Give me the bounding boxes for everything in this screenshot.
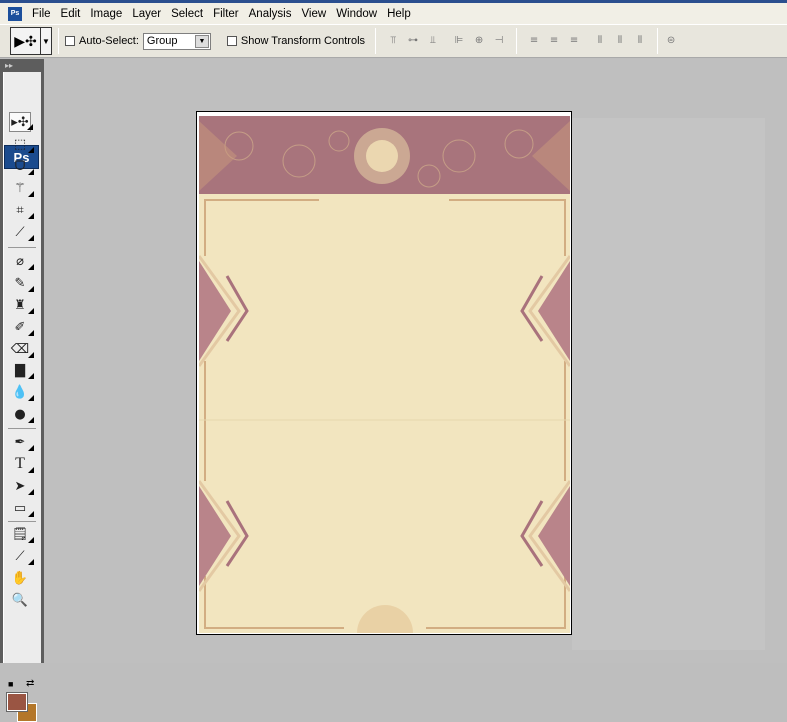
chevron-down-icon: ▼ [42, 36, 50, 46]
gradient-tool-icon[interactable]: ▇ [9, 360, 34, 380]
auto-select-checkbox[interactable]: Auto-Select: [65, 35, 139, 47]
distribute-buttons: ≡ ≡ ≡ ⫴ ⫴ ⫴ [527, 35, 647, 47]
menu-bar: Ps File Edit Image Layer Select Filter A… [0, 3, 787, 24]
eyedropper-tool-icon[interactable]: ⟋ [9, 546, 34, 566]
magic-wand-tool-icon[interactable]: ⚚ [9, 178, 34, 198]
menu-image[interactable]: Image [86, 8, 128, 20]
dodge-tool-icon[interactable]: ● [9, 404, 34, 424]
align-left-icon[interactable]: ⊫ [452, 35, 466, 47]
stationery-image [199, 116, 570, 633]
pen-tool-icon[interactable]: ✒ [9, 432, 34, 452]
divider [8, 428, 36, 429]
move-tool-icon: ▶✣ [11, 28, 41, 54]
menu-layer[interactable]: Layer [128, 8, 167, 20]
hand-tool-icon[interactable]: ✋ [9, 568, 31, 588]
divider [8, 521, 36, 522]
menu-edit[interactable]: Edit [57, 8, 87, 20]
distribute-left-icon[interactable]: ⫴ [593, 35, 607, 47]
menu-view[interactable]: View [297, 8, 332, 20]
menu-help[interactable]: Help [383, 8, 417, 20]
align-right-icon[interactable]: ⊣ [492, 35, 506, 47]
menu-filter[interactable]: Filter [209, 8, 245, 20]
canvas-shadow [572, 118, 765, 650]
show-transform-label: Show Transform Controls [240, 35, 366, 47]
side-ornaments [199, 255, 570, 592]
checkbox-icon [65, 36, 75, 46]
auto-select-label: Auto-Select: [79, 35, 139, 47]
toolbox: ▸▸ Ps ▸✣ ⬚ ᗜ ⚚ ⌗ ⟋ ⌀ ✎ ♜ ✐ ⌫ ▇ 💧 ● ✒ T ➤… [0, 59, 44, 722]
menu-window[interactable]: Window [332, 8, 383, 20]
bottom-medallion [357, 605, 413, 633]
menu-file[interactable]: File [28, 8, 57, 20]
ornament-overlay [199, 121, 570, 633]
divider [58, 28, 59, 54]
divider [657, 28, 659, 54]
distribute-vcenter-icon[interactable]: ≡ [547, 35, 561, 47]
history-brush-tool-icon[interactable]: ✐ [9, 317, 34, 337]
distribute-bottom-icon[interactable]: ≡ [567, 35, 581, 47]
align-bottom-icon[interactable]: ⫫ [426, 35, 440, 47]
auto-select-dropdown[interactable]: Group ▼ [142, 32, 211, 50]
move-tool-icon[interactable]: ▸✣ [9, 112, 33, 132]
type-tool-icon[interactable]: T [9, 454, 34, 474]
divider [516, 28, 518, 54]
border-frame [204, 199, 566, 629]
crop-tool-icon[interactable]: ⌗ [9, 200, 34, 220]
blur-tool-icon[interactable]: 💧 [9, 382, 34, 402]
menu-analysis[interactable]: Analysis [245, 8, 298, 20]
healing-brush-tool-icon[interactable]: ⌀ [9, 251, 34, 271]
align-vcenter-icon[interactable]: ⊶ [406, 35, 420, 47]
options-bar: ▶✣ ▼ Auto-Select: Group ▼ Show Transform … [0, 24, 787, 58]
notes-tool-icon[interactable]: 🗒 [9, 524, 34, 544]
brush-tool-icon[interactable]: ✎ [9, 273, 34, 293]
slice-tool-icon[interactable]: ⟋ [9, 222, 34, 242]
photoshop-app-icon[interactable]: Ps [8, 6, 22, 21]
swap-colors-icon[interactable]: ⇄ [26, 678, 34, 689]
align-top-icon[interactable]: ⫪ [386, 35, 400, 47]
document-canvas[interactable] [196, 111, 572, 635]
eraser-tool-icon[interactable]: ⌫ [9, 339, 34, 359]
corner-ornament [199, 121, 237, 191]
divider [375, 28, 377, 54]
chevron-down-icon: ▼ [194, 34, 209, 48]
rectangular-marquee-tool-icon[interactable]: ⬚ [9, 134, 34, 154]
show-transform-controls-checkbox[interactable]: Show Transform Controls [226, 35, 366, 47]
clone-stamp-tool-icon[interactable]: ♜ [9, 295, 34, 315]
distribute-hcenter-icon[interactable]: ⫴ [613, 35, 627, 47]
auto-align-layers-icon[interactable]: ⊜ [664, 35, 678, 47]
zoom-tool-icon[interactable]: 🔍 [9, 590, 31, 610]
distribute-top-icon[interactable]: ≡ [527, 35, 541, 47]
menu-select[interactable]: Select [167, 8, 209, 20]
align-buttons: ⫪ ⊶ ⫫ ⊫ ⊕ ⊣ [386, 35, 506, 47]
rectangle-tool-icon[interactable]: ▭ [9, 498, 34, 518]
checkbox-icon [226, 36, 237, 46]
collapse-icon[interactable]: ▸▸ [5, 61, 13, 70]
foreground-color-swatch[interactable] [6, 692, 28, 712]
lasso-tool-icon[interactable]: ᗜ [9, 156, 34, 176]
path-selection-tool-icon[interactable]: ➤ [9, 476, 34, 496]
default-colors-icon[interactable]: ■ [8, 679, 13, 689]
divider [8, 247, 36, 248]
distribute-right-icon[interactable]: ⫴ [633, 35, 647, 47]
align-hcenter-icon[interactable]: ⊕ [472, 35, 486, 47]
auto-select-value: Group [146, 35, 178, 47]
tool-preset-picker[interactable]: ▶✣ ▼ [10, 27, 52, 55]
